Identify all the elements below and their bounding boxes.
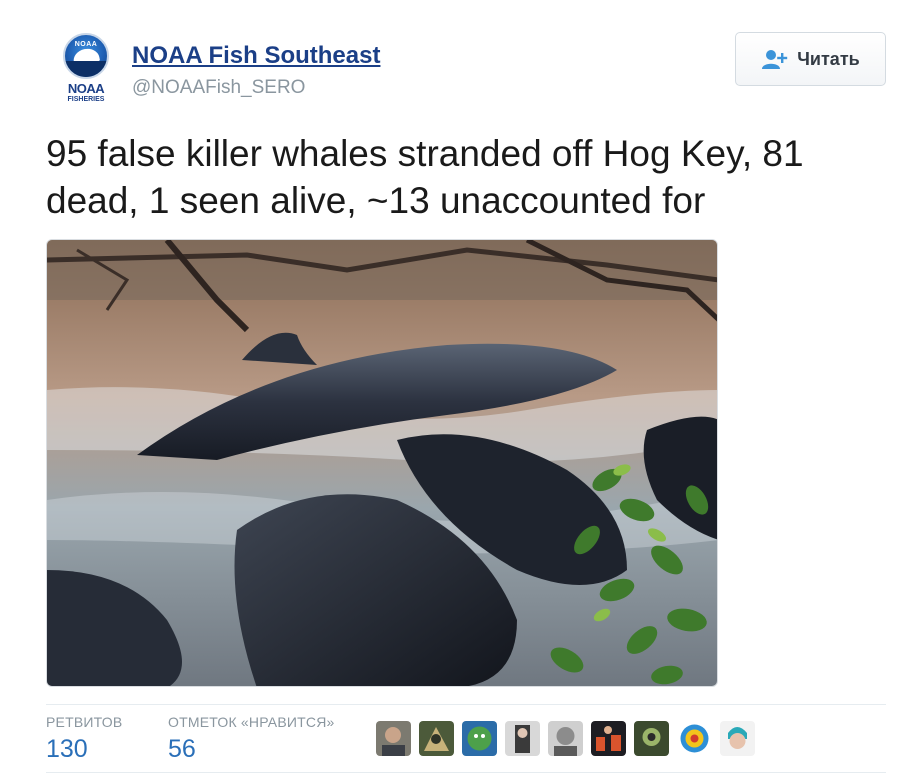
tweet-photo[interactable] [46,239,718,687]
likes-label: ОТМЕТОК «НРАВИТСЯ» [168,714,335,730]
liker-avatar[interactable] [634,721,669,756]
retweets-label: РЕТВИТОВ [46,714,123,730]
add-user-icon [762,50,788,69]
liker-avatar[interactable] [677,721,712,756]
divider [46,772,886,773]
liker-avatar[interactable] [419,721,454,756]
retweets-count: 130 [46,735,88,763]
retweets-stat[interactable]: РЕТВИТОВ 130 [46,714,122,764]
avatar[interactable]: NOAA NOAA FISHERIES [54,33,118,107]
account-name[interactable]: NOAA Fish Southeast [132,42,380,70]
noaa-logo-icon: NOAA [63,33,109,79]
liker-avatar[interactable] [376,721,411,756]
follow-button-label: Читать [797,48,860,69]
likes-stat[interactable]: ОТМЕТОК «НРАВИТСЯ» 56 [168,714,335,764]
liker-avatar[interactable] [462,721,497,756]
liker-avatar[interactable] [720,721,755,756]
liker-avatar[interactable] [548,721,583,756]
avatar-logo-subtext: FISHERIES [67,96,105,103]
avatar-logo-text: NOAA [67,81,105,96]
likes-count: 56 [168,735,196,763]
divider [46,704,886,705]
account-handle[interactable]: @NOAAFish_SERO [132,77,305,99]
tweet-text: 95 false killer whales stranded off Hog … [46,133,804,221]
stranded-whales-image [47,240,717,686]
follow-button[interactable]: Читать [735,32,886,86]
liker-avatars [376,721,755,756]
liker-avatar[interactable] [591,721,626,756]
liker-avatar[interactable] [505,721,540,756]
